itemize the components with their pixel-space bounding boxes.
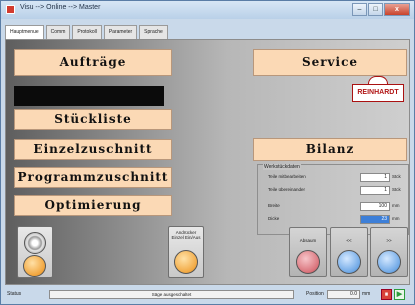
field-unit: Stck — [392, 174, 401, 179]
tab-sprache[interactable]: Sprache — [139, 25, 168, 39]
black-band — [14, 86, 164, 106]
werkstueckdaten-panel: Werkstückdaten Teile mitbearbeiten 1 Stc… — [257, 164, 409, 235]
breite-input[interactable]: 100 — [360, 202, 390, 211]
tab-comm[interactable]: Comm — [45, 25, 71, 39]
close-button[interactable]: x — [384, 3, 410, 16]
maximize-button[interactable]: □ — [368, 3, 383, 16]
back-control[interactable]: << — [330, 227, 368, 277]
back-lamp[interactable] — [337, 250, 361, 274]
tab-protokoll[interactable]: Protokoll — [72, 25, 102, 39]
andruecker-control[interactable]: Andrücker Einzel Ein/Aus — [168, 226, 204, 278]
field-row: Teile übereinander 1 Stck — [262, 186, 406, 195]
saw-lamp[interactable] — [23, 255, 46, 277]
bilanz-button[interactable]: Bilanz — [253, 138, 407, 161]
service-button[interactable]: Service — [253, 49, 407, 76]
forward-label: >> — [386, 238, 392, 243]
andruecker-lamp[interactable] — [174, 250, 198, 274]
position-label: Position — [306, 291, 324, 297]
tab-parameter[interactable]: Parameter — [103, 25, 138, 39]
absaum-label: Absaum — [299, 238, 317, 243]
status-label: Status — [7, 291, 22, 297]
field-label: Teile übereinander — [268, 187, 306, 192]
tab-bar: Hauptmenue Comm Protokoll Parameter Spra… — [5, 25, 170, 40]
optimierung-button[interactable]: Optimierung — [14, 195, 172, 216]
app-window: Visu --> Online --> Master – □ x Hauptme… — [0, 0, 415, 305]
position-unit: mm — [362, 291, 371, 297]
auftraege-button[interactable]: Aufträge — [14, 49, 172, 76]
minimize-button[interactable]: – — [352, 3, 367, 16]
field-label: Breite — [268, 203, 280, 208]
field-row: Breite 100 mm — [262, 202, 406, 211]
andruecker-label: Andrücker Einzel Ein/Aus — [171, 230, 201, 240]
window-title: Visu --> Online --> Master — [20, 4, 101, 11]
pause-icon[interactable]: ⏸ — [381, 289, 392, 300]
forward-lamp[interactable] — [377, 250, 401, 274]
absaum-control[interactable]: Absaum — [289, 227, 327, 277]
field-unit: mm — [392, 203, 400, 208]
title-bar: Visu --> Online --> Master – □ x — [1, 1, 414, 19]
field-row: Dicke 23 mm — [262, 215, 406, 224]
back-label: << — [346, 238, 352, 243]
logo-arc — [368, 76, 388, 84]
app-icon — [6, 5, 15, 14]
position-value: 0.0 — [327, 290, 360, 299]
teile-uebereinander-input[interactable]: 1 — [360, 186, 390, 195]
teile-mitbearbeiten-input[interactable]: 1 — [360, 173, 390, 182]
saw-control[interactable] — [17, 226, 53, 278]
dicke-input[interactable]: 23 — [360, 215, 390, 224]
field-unit: Stck — [392, 187, 401, 192]
play-icon[interactable]: ▶ — [394, 289, 405, 300]
field-label: Dicke — [268, 216, 280, 221]
status-bar: Status Säge ausgeschaltet Position 0.0 m… — [5, 289, 410, 301]
saw-blade-icon — [24, 232, 46, 254]
absaum-lamp[interactable] — [296, 250, 320, 274]
forward-control[interactable]: >> — [370, 227, 408, 277]
main-panel: Aufträge Service REINHARDT Stückliste Ei… — [5, 39, 410, 285]
field-label: Teile mitbearbeiten — [268, 174, 306, 179]
field-unit: mm — [392, 216, 400, 221]
panel-title: Werkstückdaten — [263, 164, 301, 170]
programmzuschnitt-button[interactable]: Programmzuschnitt — [14, 167, 172, 188]
stueckliste-button[interactable]: Stückliste — [14, 109, 172, 130]
field-row: Teile mitbearbeiten 1 Stck — [262, 173, 406, 182]
status-message: Säge ausgeschaltet — [49, 290, 294, 299]
einzelzuschnitt-button[interactable]: Einzelzuschnitt — [14, 139, 172, 160]
reinhardt-logo: REINHARDT — [352, 84, 404, 102]
tab-hauptmenue[interactable]: Hauptmenue — [5, 25, 44, 40]
